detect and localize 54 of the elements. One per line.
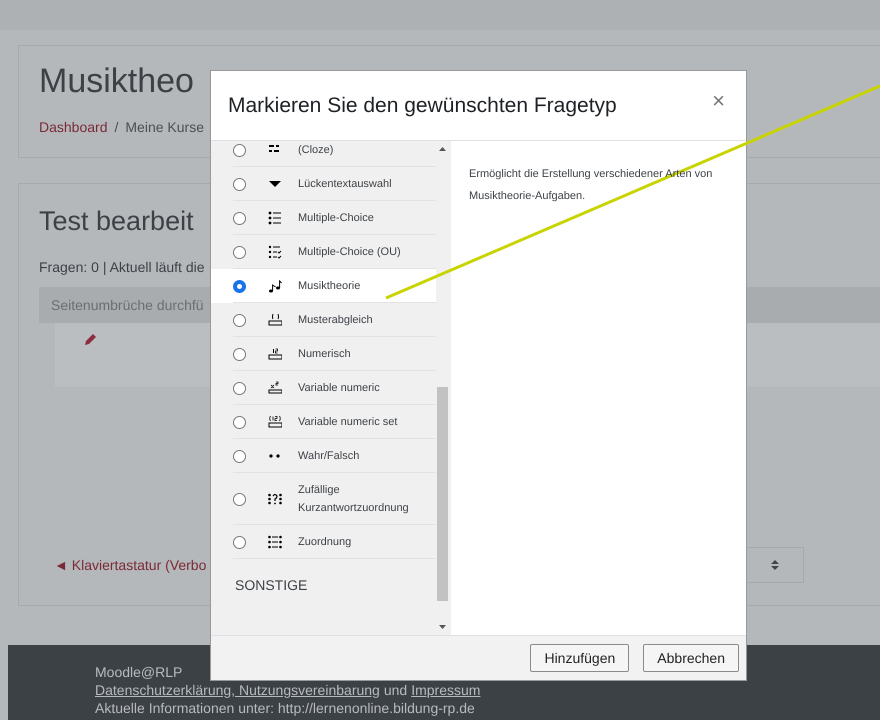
previous-activity-link[interactable]: ◄ Klaviertastatur (Verbo bbox=[54, 557, 206, 573]
pencil-icon[interactable] bbox=[83, 333, 97, 347]
number-field-icon bbox=[268, 347, 282, 361]
radio-button[interactable] bbox=[233, 212, 246, 224]
question-type-option[interactable]: (Cloze) bbox=[211, 141, 436, 167]
dialog-title: Markieren Sie den gewünschten Fragetyp bbox=[228, 94, 618, 118]
question-type-option[interactable]: Variable numeric set bbox=[211, 405, 436, 439]
breadcrumb-item: Meine Kurse bbox=[125, 119, 204, 135]
close-button[interactable]: × bbox=[708, 88, 729, 114]
scrollbar-thumb[interactable] bbox=[436, 387, 448, 601]
radio-button[interactable] bbox=[233, 314, 246, 326]
breadcrumb-separator: / bbox=[114, 119, 118, 135]
category-heading: SONSTIGE bbox=[234, 576, 308, 593]
radio-button[interactable] bbox=[233, 246, 246, 258]
footer-text: und bbox=[384, 681, 408, 699]
list-icon bbox=[268, 211, 282, 225]
question-type-option[interactable]: Zuordnung bbox=[211, 525, 436, 559]
questions-info: Fragen: 0 | Aktuell läuft die bbox=[39, 259, 206, 275]
radio-button[interactable] bbox=[233, 382, 246, 394]
sort-arrows-icon bbox=[771, 560, 779, 570]
matching-dots-icon bbox=[268, 535, 282, 549]
radio-button[interactable] bbox=[233, 416, 246, 428]
scroll-up-icon[interactable] bbox=[438, 147, 446, 151]
radio-button[interactable] bbox=[233, 280, 246, 292]
question-type-option[interactable]: Zufällige Kurzantwortzuordnung bbox=[211, 473, 436, 525]
scroll-down-icon[interactable] bbox=[438, 625, 446, 629]
radio-button[interactable] bbox=[233, 536, 246, 548]
site-name: Moodle@RLP bbox=[95, 663, 182, 681]
radio-button[interactable] bbox=[233, 178, 246, 190]
radio-button[interactable] bbox=[233, 450, 246, 462]
music-notes-icon bbox=[268, 279, 282, 293]
cancel-button[interactable]: Abbrechen bbox=[643, 644, 739, 672]
number-set-icon bbox=[268, 415, 282, 429]
breadcrumb-link[interactable]: Dashboard bbox=[39, 119, 108, 135]
page-title: Musiktheo bbox=[39, 62, 194, 101]
footer-link[interactable]: Impressum bbox=[411, 681, 480, 699]
question-type-option[interactable]: Musiktheorie bbox=[211, 269, 436, 303]
question-type-option[interactable]: Multiple-Choice bbox=[211, 201, 436, 235]
formula-field-icon bbox=[268, 381, 282, 395]
radio-button[interactable] bbox=[233, 492, 246, 506]
radio-button[interactable] bbox=[233, 348, 246, 360]
footer-link[interactable]: Datenschutzerklärung, Nutzungsvereinbarung bbox=[95, 681, 380, 699]
question-type-option[interactable]: Wahr/Falsch bbox=[211, 439, 436, 473]
section-title: Test bearbeit bbox=[39, 206, 194, 237]
question-dots-icon bbox=[268, 492, 282, 506]
brackets-field-icon bbox=[268, 313, 282, 327]
question-type-option[interactable]: Lückentextauswahl bbox=[211, 167, 436, 201]
radio-button[interactable] bbox=[233, 144, 246, 156]
footer-info: Aktuelle Informationen unter: http://lernenonline.bildung-rp.de bbox=[95, 699, 476, 717]
checklist-icon bbox=[268, 245, 282, 259]
question-type-option[interactable]: Numerisch bbox=[211, 337, 436, 371]
question-type-option[interactable]: Multiple-Choice (OU) bbox=[211, 235, 436, 269]
add-button[interactable]: Hinzufügen bbox=[530, 644, 630, 672]
question-type-option[interactable]: Variable numeric bbox=[211, 371, 436, 405]
